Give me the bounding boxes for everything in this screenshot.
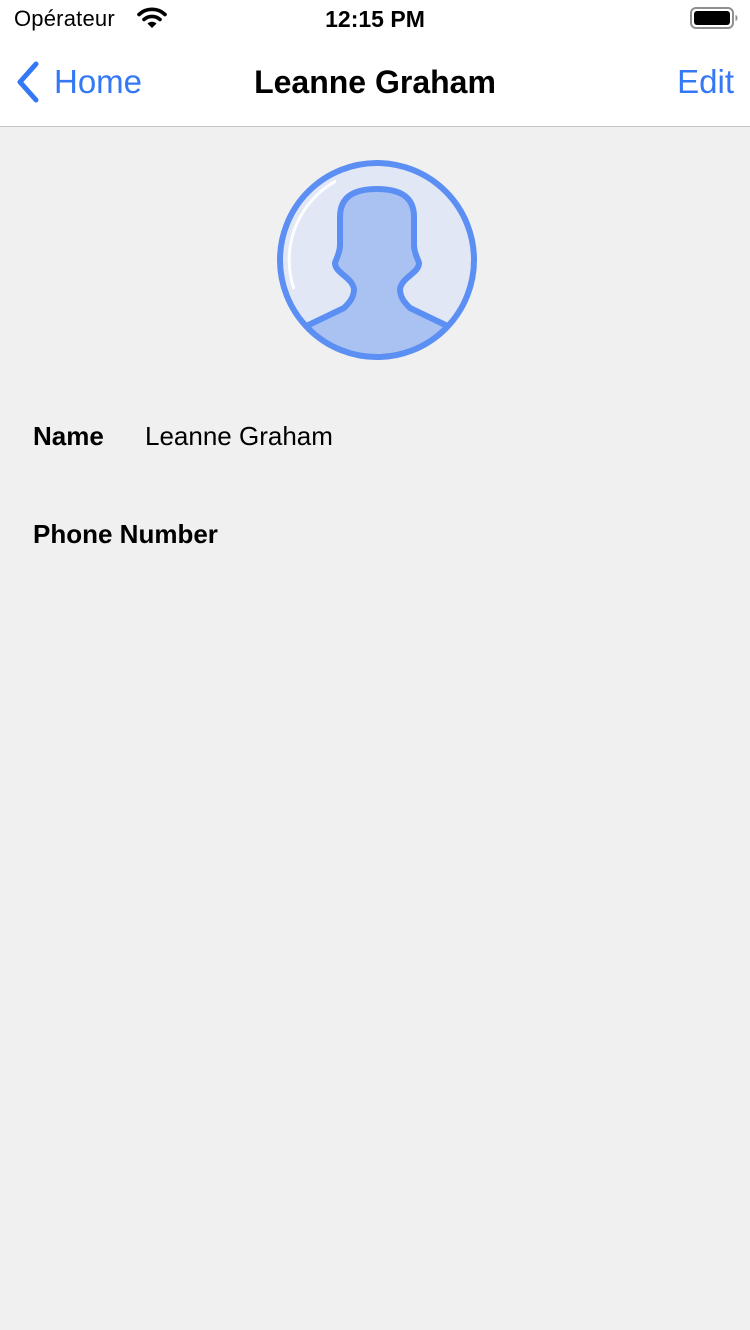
battery-icon [690, 7, 738, 29]
status-time: 12:15 PM [325, 6, 425, 32]
name-label: Name [33, 421, 104, 451]
avatar [277, 160, 477, 360]
status-bar: Opérateur 12:15 PM [0, 0, 750, 40]
name-value: Leanne Graham [145, 421, 333, 451]
navigation-bar: Home Leanne Graham Edit [0, 40, 750, 127]
edit-button[interactable]: Edit [677, 60, 734, 104]
phone-number-label: Phone Number [33, 519, 218, 549]
page-title: Leanne Graham [254, 64, 496, 100]
